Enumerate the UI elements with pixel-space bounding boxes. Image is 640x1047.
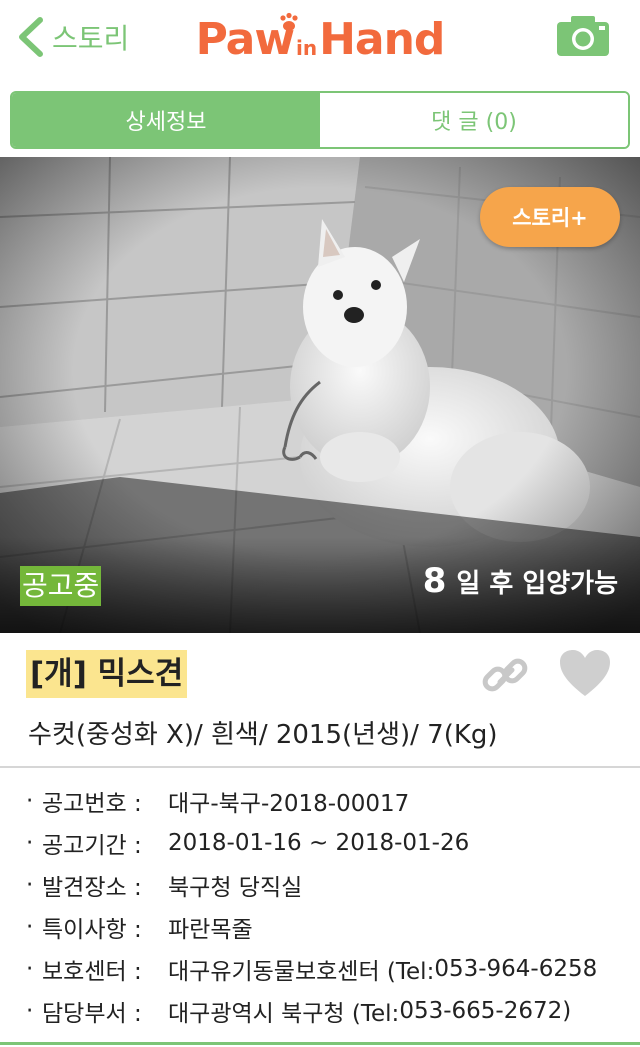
adoption-countdown: 8 일 후 입양가능 <box>423 561 618 611</box>
notice-number-value: 대구-북구-2018-00017 <box>168 791 410 817</box>
top-nav-bar: 스토리 Paw in Hand <box>0 0 640 80</box>
notice-period-value: 2018-01-16 ~ 2018-01-26 <box>168 830 470 856</box>
special-notes-value: 파란목줄 <box>168 917 253 943</box>
detail-row-shelter: · 보호센터 : 대구유기동물보호센터 (Tel: 053-964-6258 <box>26 948 640 990</box>
detail-label: 보호센터 : <box>42 959 142 985</box>
detail-label: 담당부서 : <box>42 1001 142 1027</box>
shelter-phone-link[interactable]: 053-964-6258 <box>434 956 597 982</box>
animal-photo: 스토리+ 공고중 8 일 후 입양가능 <box>0 157 640 633</box>
detail-label: 공고기간 : <box>42 833 142 859</box>
bullet: · <box>26 956 34 982</box>
department-value: 대구광역시 북구청 (Tel: <box>168 1001 400 1027</box>
department-phone-close: ) <box>562 998 572 1024</box>
app-logo: Paw in Hand <box>196 10 445 66</box>
tab-details[interactable]: 상세정보 <box>12 93 320 147</box>
animal-title: [개] 믹스견 <box>26 650 188 698</box>
bullet: · <box>26 830 34 856</box>
back-label: 스토리 <box>52 22 130 55</box>
back-button[interactable]: 스토리 <box>14 14 129 60</box>
camera-icon[interactable] <box>555 14 611 58</box>
detail-tabs: 상세정보 댓 글 (0) <box>10 91 630 149</box>
detail-row-department: · 담당부서 : 대구광역시 북구청 (Tel: 053-665-2672 ) <box>26 990 640 1032</box>
detail-row-notice-number: · 공고번호 : 대구-북구-2018-00017 <box>26 780 640 822</box>
detail-label: 발견장소 : <box>42 875 142 901</box>
divider <box>0 766 640 768</box>
bullet: · <box>26 788 34 814</box>
detail-label: 특이사항 : <box>42 917 142 943</box>
bullet: · <box>26 872 34 898</box>
heart-icon[interactable] <box>558 648 612 700</box>
details-list: · 공고번호 : 대구-북구-2018-00017 · 공고기간 : 2018-… <box>26 780 640 1032</box>
logo-hand-text: Hand <box>319 14 445 65</box>
detail-label: 공고번호 : <box>42 791 142 817</box>
pawprint-icon <box>280 12 298 31</box>
detail-row-notice-period: · 공고기간 : 2018-01-16 ~ 2018-01-26 <box>26 822 640 864</box>
department-phone-link[interactable]: 053-665-2672 <box>399 998 562 1024</box>
adoption-days: 8 <box>422 561 447 601</box>
found-location-value: 북구청 당직실 <box>168 875 303 901</box>
story-plus-button[interactable]: 스토리+ <box>480 187 620 247</box>
tab-comments[interactable]: 댓 글 (0) <box>320 93 628 147</box>
animal-summary: 수컷(중성화 X)/ 흰색/ 2015(년생)/ 7(Kg) <box>28 720 498 750</box>
link-icon[interactable] <box>478 650 534 702</box>
status-badge: 공고중 <box>20 566 102 606</box>
bottom-accent-line <box>0 1042 640 1045</box>
bullet: · <box>26 914 34 940</box>
bullet: · <box>26 998 34 1024</box>
adoption-days-suffix: 일 후 입양가능 <box>456 569 618 599</box>
shelter-value: 대구유기동물보호센터 (Tel: <box>168 959 435 985</box>
chevron-left-icon <box>19 17 43 57</box>
logo-in-text: in <box>295 36 318 60</box>
detail-row-found-location: · 발견장소 : 북구청 당직실 <box>26 864 640 906</box>
detail-row-special-notes: · 특이사항 : 파란목줄 <box>26 906 640 948</box>
